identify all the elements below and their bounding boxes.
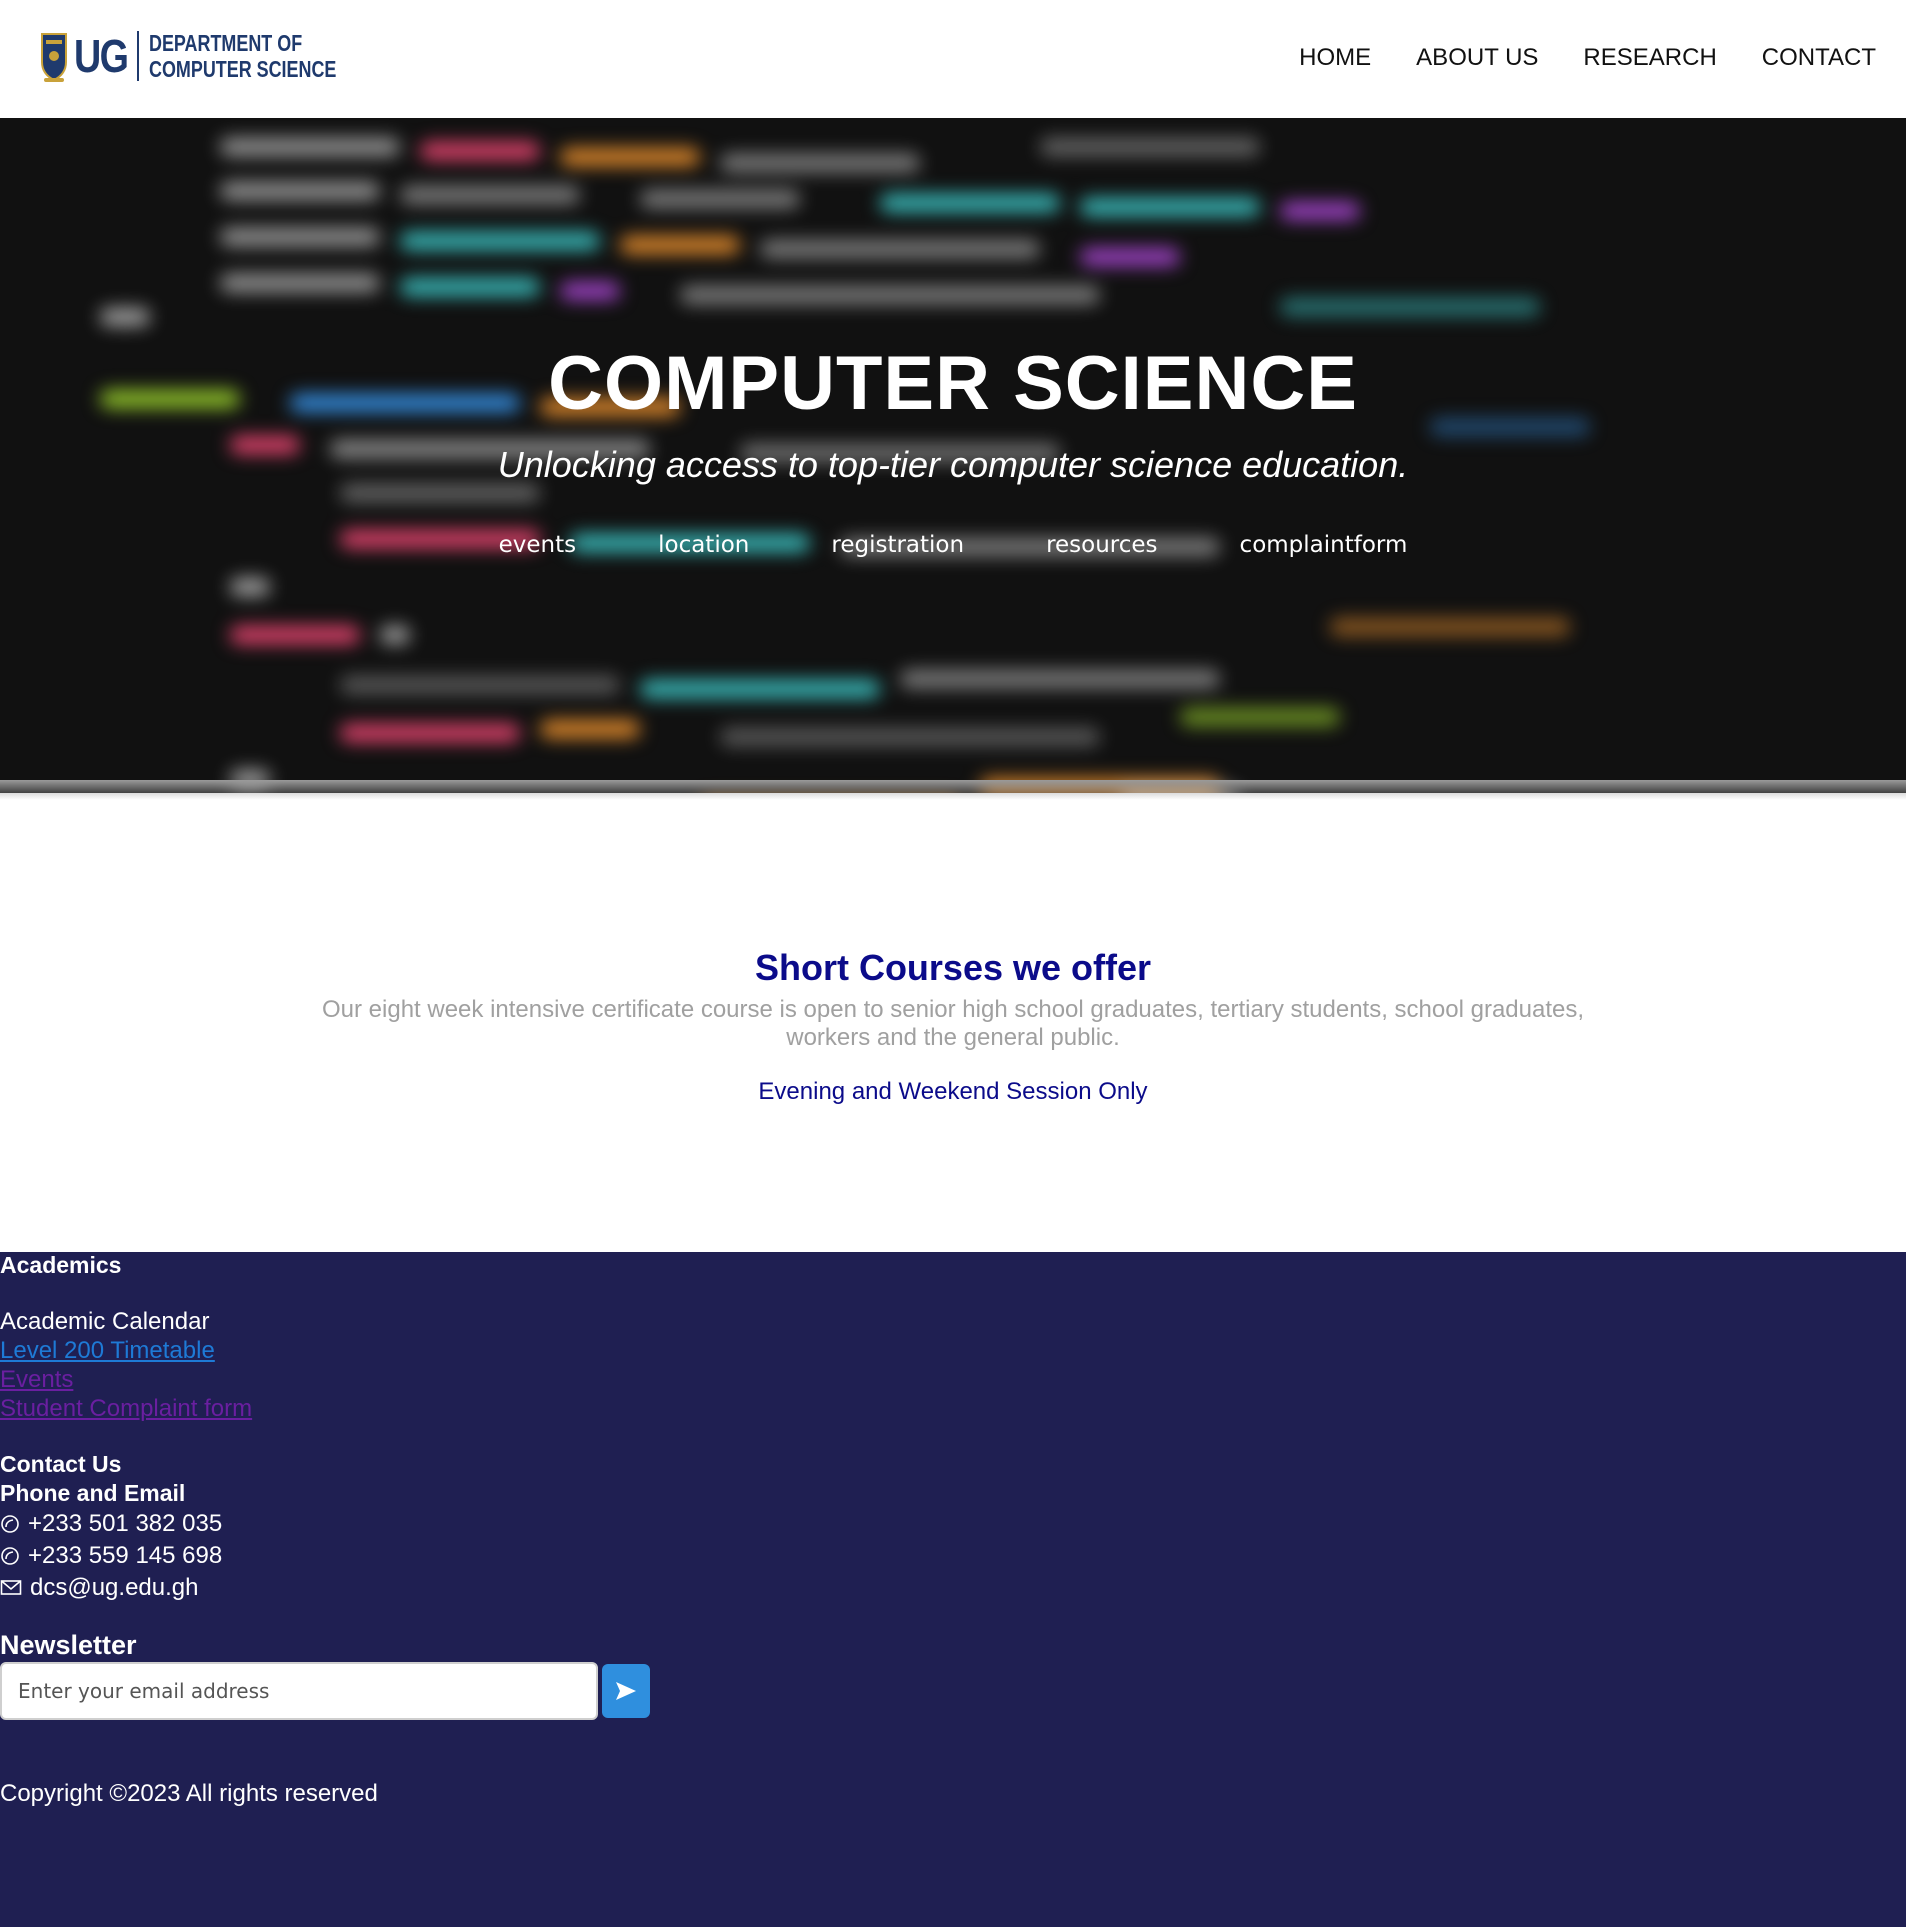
site-header: UG DEPARTMENT OF COMPUTER SCIENCE HOME A…	[0, 0, 1906, 118]
phone-number-1: +233 501 382 035	[28, 1510, 223, 1537]
newsletter-email-input[interactable]	[0, 1662, 598, 1720]
hero-subtitle: Unlocking access to top-tier computer sc…	[497, 444, 1409, 485]
nav-home[interactable]: HOME	[1299, 44, 1371, 72]
academic-calendar-text: Academic Calendar	[0, 1308, 210, 1335]
hero-title: COMPUTER SCIENCE	[548, 341, 1358, 426]
phone-icon	[1, 1515, 19, 1533]
hero-shadow	[0, 780, 1906, 800]
logo-department-text: DEPARTMENT OF COMPUTER SCIENCE	[149, 30, 336, 82]
logo-divider	[137, 31, 139, 81]
hero-banner: COMPUTER SCIENCE Unlocking access to top…	[0, 118, 1906, 793]
logo-line-2: COMPUTER SCIENCE	[149, 56, 337, 82]
site-footer: Academics Academic Calendar Level 200 Ti…	[0, 1252, 1906, 1927]
events-link[interactable]: Events	[0, 1366, 73, 1394]
copyright-text: Copyright ©2023 All rights reserved	[0, 1780, 378, 1807]
contact-us-heading: Contact Us	[0, 1451, 122, 1477]
phone-number-2: +233 559 145 698	[28, 1542, 223, 1569]
logo-ug-text: UG	[74, 30, 129, 82]
nav-about-us[interactable]: ABOUT US	[1416, 44, 1538, 72]
newsletter-send-button[interactable]	[602, 1664, 650, 1718]
phone-icon	[1, 1547, 19, 1565]
hero-quick-links: events location registration resources c…	[0, 532, 1906, 558]
level-200-timetable-link[interactable]: Level 200 Timetable	[0, 1337, 215, 1365]
phone-row-1[interactable]: +233 501 382 035	[0, 1510, 222, 1538]
main-nav: HOME ABOUT US RESEARCH CONTACT	[1299, 44, 1876, 72]
session-info: Evening and Weekend Session Only	[758, 1078, 1148, 1105]
phone-email-heading: Phone and Email	[0, 1480, 186, 1506]
hero-link-complaintform[interactable]: complaintform	[1240, 532, 1408, 558]
student-complaint-form-link[interactable]: Student Complaint form	[0, 1395, 252, 1423]
hero-link-registration[interactable]: registration	[831, 532, 964, 558]
newsletter-heading: Newsletter	[0, 1630, 137, 1660]
phone-row-2[interactable]: +233 559 145 698	[0, 1542, 222, 1570]
hero-link-events[interactable]: events	[499, 532, 577, 558]
hero-link-location[interactable]: location	[658, 532, 749, 558]
short-courses-title: Short Courses we offer	[754, 947, 1152, 988]
email-address: dcs@ug.edu.gh	[30, 1574, 199, 1601]
logo-line-1: DEPARTMENT OF	[149, 30, 303, 56]
ug-logo[interactable]: UG DEPARTMENT OF COMPUTER SCIENCE	[40, 26, 389, 86]
university-crest-icon	[41, 33, 67, 82]
hero-link-resources[interactable]: resources	[1046, 532, 1157, 558]
send-arrow-icon	[616, 1682, 636, 1700]
academics-heading: Academics	[0, 1252, 122, 1278]
short-courses-description: Our eight week intensive certificate cou…	[321, 996, 1585, 1051]
mail-icon	[0, 1580, 22, 1595]
nav-contact[interactable]: CONTACT	[1762, 44, 1876, 72]
short-courses-section: Short Courses we offer Our eight week in…	[0, 940, 1906, 1106]
email-row[interactable]: dcs@ug.edu.gh	[0, 1574, 198, 1602]
nav-research[interactable]: RESEARCH	[1583, 44, 1716, 72]
